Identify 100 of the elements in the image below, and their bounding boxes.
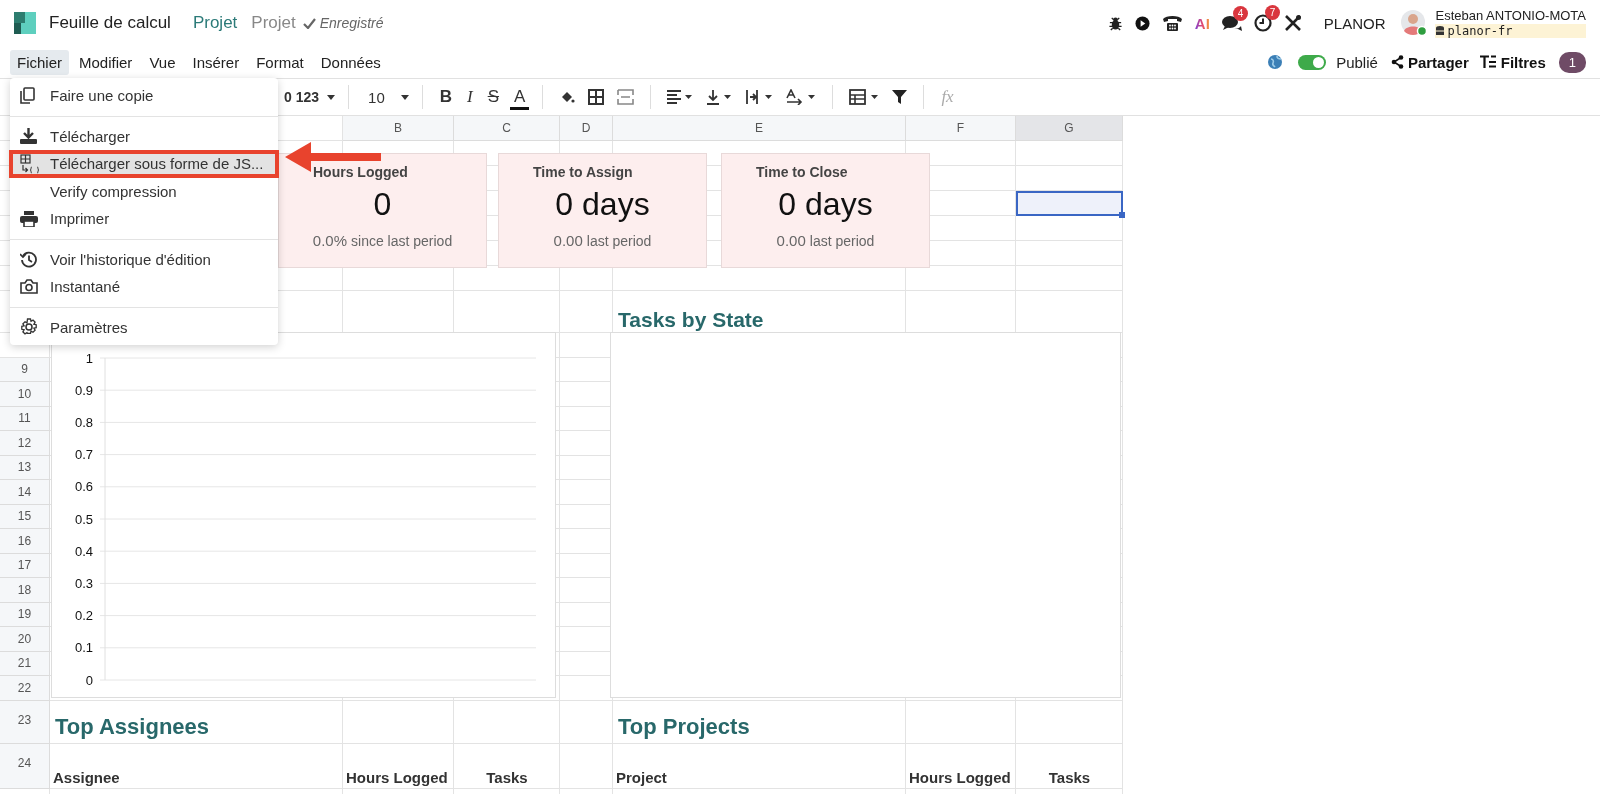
borders-icon[interactable] xyxy=(588,89,605,105)
publish-label: Publié xyxy=(1336,53,1378,71)
caret-icon xyxy=(327,94,336,100)
scorecard-caption: last period xyxy=(586,233,652,249)
row-header[interactable]: 21 xyxy=(0,651,50,676)
row-header[interactable]: 20 xyxy=(0,627,50,652)
vertical-align-icon[interactable] xyxy=(706,89,733,105)
selected-cell[interactable] xyxy=(1016,191,1123,216)
camera-icon xyxy=(20,279,38,295)
row-header[interactable]: 22 xyxy=(0,676,50,701)
company-name[interactable]: PLANOR xyxy=(1323,14,1386,32)
column-header[interactable]: G xyxy=(1016,116,1123,141)
bold-button[interactable]: B xyxy=(435,85,456,109)
axis-tick-label: 0.2 xyxy=(74,608,93,624)
publish-toggle[interactable] xyxy=(1298,54,1327,70)
table-header-cell-text: Project xyxy=(615,768,668,788)
column-header[interactable]: C xyxy=(454,116,560,141)
menu-item[interactable]: Télécharger xyxy=(10,122,278,150)
row-header[interactable]: 24 xyxy=(0,743,50,789)
play-icon[interactable] xyxy=(1134,15,1150,31)
menu-tab[interactable]: Vue xyxy=(142,49,183,75)
scorecard-title: Time to Assign xyxy=(533,164,633,180)
clock-icon[interactable] xyxy=(1253,14,1272,32)
notification-badge: 7 xyxy=(1264,5,1281,20)
menu-item[interactable]: Instantané xyxy=(10,273,278,301)
axis-tick-label: 0.3 xyxy=(74,575,93,591)
menu-item[interactable]: Paramètres xyxy=(10,313,278,341)
history-icon xyxy=(20,250,37,268)
row-header[interactable]: 19 xyxy=(0,602,50,627)
strikethrough-button[interactable]: S xyxy=(483,85,504,109)
column-header[interactable]: D xyxy=(560,116,613,141)
scorecard-delta: 0.00 xyxy=(776,232,806,249)
row-header[interactable]: 17 xyxy=(0,553,50,578)
axis-tick-label: 0.1 xyxy=(74,640,93,656)
breadcrumb-current: Projet xyxy=(251,13,296,33)
axis-tick-label: 0.9 xyxy=(74,382,93,398)
italic-button[interactable]: I xyxy=(463,85,477,109)
row-header[interactable]: 12 xyxy=(0,431,50,456)
tools-icon[interactable] xyxy=(1283,14,1302,32)
filter-icon xyxy=(1478,55,1497,69)
column-header[interactable]: F xyxy=(906,116,1016,141)
app-logo-icon xyxy=(14,12,36,34)
menu-item[interactable]: Verify compression xyxy=(10,177,278,205)
settings-icon xyxy=(20,318,38,337)
filters-button[interactable]: Filtres xyxy=(1473,51,1551,73)
menu-tab[interactable]: Données xyxy=(313,49,388,75)
scorecard-caption: since last period xyxy=(351,233,453,249)
copy-icon xyxy=(20,87,35,105)
axis-tick-label: 1 xyxy=(85,350,93,366)
row-header[interactable]: 14 xyxy=(0,480,50,505)
scorecard-delta: 0.0% xyxy=(312,232,347,249)
menu-item[interactable]: Télécharger sous forme de JS... xyxy=(9,150,279,178)
menu-tab[interactable]: Fichier xyxy=(10,49,69,75)
user-name: Esteban ANTONIO-MOTA xyxy=(1435,8,1586,23)
section-heading: Top Assignees xyxy=(54,713,211,741)
axis-tick-label: 0.7 xyxy=(74,447,93,463)
bug-icon[interactable] xyxy=(1107,15,1123,31)
align-icon[interactable] xyxy=(667,90,694,104)
number-format-button[interactable]: 0 123 xyxy=(284,89,336,105)
menu-tab[interactable]: Insérer xyxy=(185,49,247,75)
column-header[interactable]: E xyxy=(613,116,906,141)
share-button[interactable]: Partager xyxy=(1385,51,1474,73)
avatar-icon[interactable] xyxy=(1401,10,1428,36)
text-color-button[interactable]: A xyxy=(510,84,530,110)
filter-icon[interactable] xyxy=(892,89,908,105)
row-header[interactable]: 23 xyxy=(0,700,50,744)
row-header[interactable]: 18 xyxy=(0,578,50,603)
section-heading: Top Projects xyxy=(617,713,751,741)
table-header-cell-text: Hours Logged xyxy=(908,768,1012,788)
row-header[interactable]: 13 xyxy=(0,455,50,480)
menu-tab[interactable]: Modifier xyxy=(72,49,140,75)
menu-item[interactable]: Faire une copie xyxy=(10,82,278,110)
share-icon xyxy=(1390,55,1404,69)
phone-icon[interactable] xyxy=(1161,14,1183,32)
axis-tick-label: 0 xyxy=(85,672,93,688)
column-header[interactable]: B xyxy=(343,116,454,141)
database-name: planor-fr xyxy=(1447,24,1513,38)
scorecard-title: Time to Close xyxy=(756,164,848,180)
breadcrumb-link[interactable]: Projet xyxy=(192,13,238,33)
merge-cells-icon[interactable] xyxy=(617,89,635,105)
json-export-icon xyxy=(20,153,40,174)
row-header[interactable]: 11 xyxy=(0,406,50,431)
scorecard-caption: last period xyxy=(809,233,875,249)
globe-icon xyxy=(1268,55,1283,69)
table-header-cell-text: Assignee xyxy=(52,768,121,788)
row-header[interactable]: 16 xyxy=(0,529,50,554)
row-header[interactable]: 9 xyxy=(0,357,50,382)
check-icon xyxy=(302,17,316,29)
text-wrap-icon[interactable] xyxy=(745,89,774,105)
table-format-icon[interactable] xyxy=(849,89,880,105)
scorecard-value: 0 xyxy=(373,186,392,223)
menu-tab[interactable]: Format xyxy=(249,49,311,75)
text-rotation-icon[interactable] xyxy=(786,89,817,105)
axis-tick-label: 0.6 xyxy=(74,479,93,495)
notification-badge: 4 xyxy=(1232,5,1249,21)
menu-item[interactable]: Imprimer xyxy=(10,205,278,233)
row-header[interactable]: 10 xyxy=(0,382,50,407)
font-size-select[interactable]: 10 xyxy=(368,88,409,106)
row-header[interactable]: 15 xyxy=(0,504,50,529)
menu-item[interactable]: Voir l'historique d'édition xyxy=(10,245,278,273)
